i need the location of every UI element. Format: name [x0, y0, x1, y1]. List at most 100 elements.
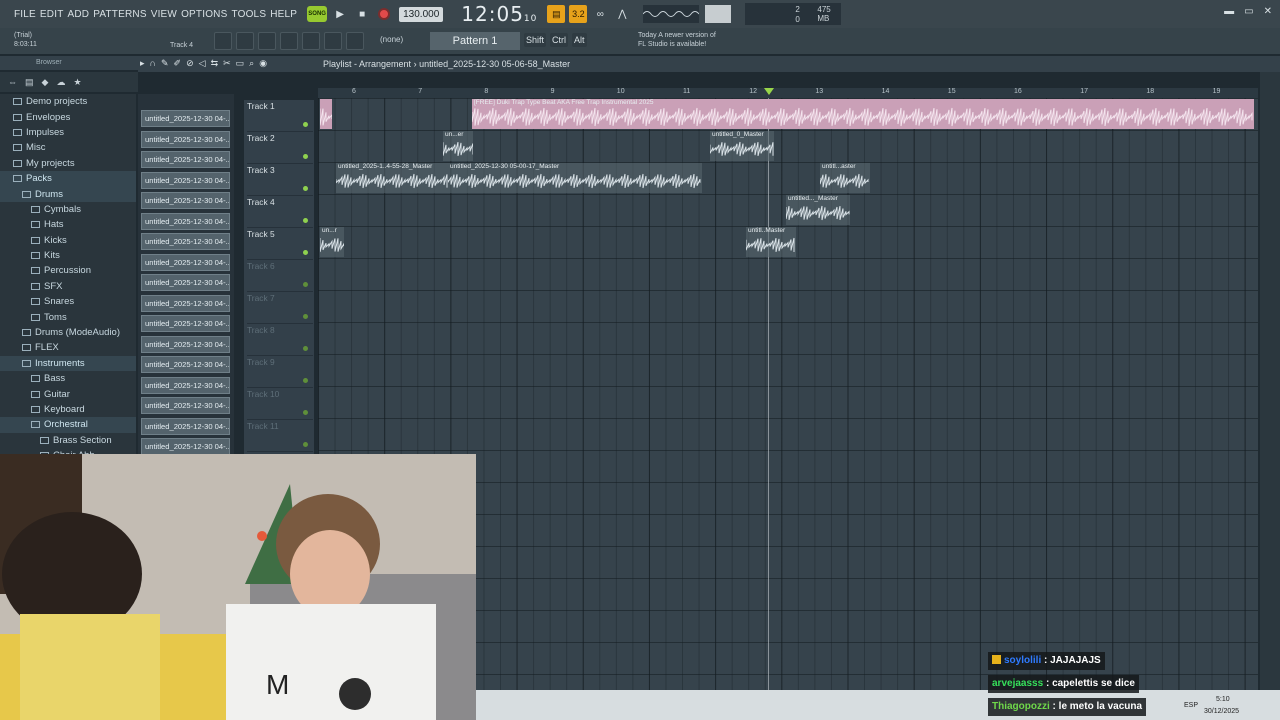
track-enable-led[interactable] [303, 282, 308, 287]
browser-button[interactable] [280, 32, 298, 50]
browser-item[interactable]: Packs [0, 170, 136, 187]
clip-list-item[interactable]: untitled_2025-12-30 04-... [141, 212, 230, 230]
browser-item[interactable]: Guitar [0, 386, 136, 401]
delete-icon[interactable]: ⊘ [186, 58, 194, 69]
browser-item[interactable]: SFX [0, 279, 136, 294]
time-display[interactable]: 12:0510 [461, 2, 537, 26]
browser-item[interactable]: Bass [0, 371, 136, 386]
play-button[interactable]: ▶ [331, 5, 349, 23]
browser-plugin-icon[interactable]: ◆ [42, 77, 49, 88]
piano-roll-button[interactable] [236, 32, 254, 50]
menu-options[interactable]: OPTIONS [181, 9, 227, 20]
song-mode-toggle[interactable]: SONG [307, 6, 328, 22]
audio-clip[interactable] [320, 99, 332, 129]
clip-list-item[interactable]: untitled_2025-12-30 04-... [141, 397, 230, 414]
clip-list-item[interactable]: untitled_2025-12-30 04-... [141, 315, 230, 332]
browser-item[interactable]: Toms [0, 309, 136, 324]
pattern-selector[interactable]: Pattern 1 [430, 32, 520, 50]
select-icon[interactable]: ▭ [236, 58, 245, 69]
track-header[interactable]: Track 8 [247, 324, 313, 356]
mute-icon[interactable]: ◁ [199, 58, 206, 69]
track-header[interactable]: Track 4 [247, 196, 313, 228]
track-enable-led[interactable] [303, 442, 308, 447]
clip-list-item[interactable]: untitled_2025-12-30 04-... [141, 233, 230, 250]
mixer-button[interactable] [302, 32, 320, 50]
browser-item[interactable]: Impulses [0, 125, 136, 140]
modkey-alt[interactable]: Alt [572, 33, 587, 47]
track-enable-led[interactable] [303, 378, 308, 383]
countdown-button[interactable]: 3.2 [569, 5, 588, 23]
clip-list-item[interactable]: untitled_2025-12-30 04-... [141, 417, 230, 435]
slip-icon[interactable]: ⇆ [211, 58, 219, 69]
browser-item[interactable]: Kicks [0, 233, 136, 248]
clip-list-item[interactable]: untitled_2025-12-30 04-... [141, 110, 230, 127]
browser-item[interactable]: My projects [0, 156, 136, 171]
track-header[interactable]: Track 5 [247, 228, 313, 260]
audio-clip[interactable]: untitled_2025-1..4-55-28_Master [336, 163, 448, 193]
close-icon[interactable]: ✕ [1264, 6, 1272, 17]
menu-edit[interactable]: EDIT [40, 9, 64, 20]
track-enable-led[interactable] [303, 314, 308, 319]
menu-view[interactable]: VIEW [151, 9, 177, 20]
track-enable-led[interactable] [303, 122, 308, 127]
browser-item[interactable]: Instruments [0, 355, 136, 372]
browser-item[interactable]: Envelopes [0, 109, 136, 124]
record-button[interactable] [375, 5, 393, 23]
clip-list-item[interactable]: untitled_2025-12-30 04-... [141, 335, 230, 353]
clock-date[interactable]: 30/12/2025 [1204, 708, 1239, 715]
track-enable-led[interactable] [303, 154, 308, 159]
clip-list-item[interactable]: untitled_2025-12-30 04-... [141, 438, 230, 454]
minimize-icon[interactable]: ▬ [1224, 6, 1234, 17]
clip-list-item[interactable]: untitled_2025-12-30 04-... [141, 192, 230, 209]
track-enable-led[interactable] [303, 186, 308, 191]
browser-item[interactable]: Misc [0, 140, 136, 155]
track-header[interactable]: Track 2 [247, 132, 313, 164]
audio-clip[interactable]: untitled..._Master [786, 195, 850, 225]
audio-clip[interactable]: [FREE] Duki Trap Type Beat AKA Free Trap… [472, 99, 1254, 129]
pencil-icon[interactable]: ✎ [161, 58, 169, 69]
menu-patterns[interactable]: PATTERNS [93, 9, 146, 20]
audio-clip[interactable]: untitled_2025-12-30 05-00-17_Master [448, 163, 702, 193]
clip-list-item[interactable]: untitled_2025-12-30 04-... [141, 274, 230, 291]
track-header[interactable]: Track 3 [247, 164, 313, 196]
snap-selector[interactable]: (none) [380, 35, 403, 44]
microphone-icon[interactable] [346, 32, 364, 50]
browser-item[interactable]: Kits [0, 248, 136, 263]
modkey-ctrl[interactable]: Ctrl [550, 33, 569, 47]
stop-icon[interactable]: ■ [353, 5, 371, 23]
playlist-window-button[interactable] [214, 32, 232, 50]
clock-time[interactable]: 5:10 [1216, 696, 1230, 703]
track-enable-led[interactable] [303, 218, 308, 223]
modkey-shift[interactable]: Shift [524, 33, 547, 47]
browser-item[interactable]: Drums [0, 186, 136, 202]
track-header[interactable]: Track 1 [247, 100, 313, 132]
audio-clip[interactable]: untitl...aster [820, 163, 870, 193]
audio-clip[interactable]: untitled_0_Master [710, 131, 774, 161]
clip-list-item[interactable]: untitled_2025-12-30 04-... [141, 151, 230, 168]
playlist-arrow-icon[interactable]: ▸ [140, 58, 145, 69]
menu-help[interactable]: HELP [270, 9, 297, 20]
menu-add[interactable]: ADD [68, 9, 90, 20]
browser-item[interactable]: Drums (ModeAudio) [0, 325, 136, 340]
browser-cloud-icon[interactable]: ☁ [56, 77, 65, 88]
browser-item[interactable]: Brass Section [0, 433, 136, 448]
pitch-icon[interactable]: ⋀ [613, 5, 631, 23]
clip-list-item[interactable]: untitled_2025-12-30 04-... [141, 376, 230, 394]
playback-icon[interactable]: ◉ [259, 58, 267, 69]
browser-favorites-icon[interactable]: ★ [73, 77, 81, 88]
track-header[interactable]: Track 10 [247, 388, 313, 420]
clip-list-item[interactable]: untitled_2025-12-30 04-... [141, 294, 230, 312]
clip-list-item[interactable]: untitled_2025-12-30 04-... [141, 356, 230, 373]
track-enable-led[interactable] [303, 346, 308, 351]
menu-tools[interactable]: TOOLS [231, 9, 266, 20]
slice-icon[interactable]: ✂ [223, 58, 231, 69]
browser-item[interactable]: Demo projects [0, 94, 136, 109]
track-header[interactable]: Track 6 [247, 260, 313, 292]
track-header[interactable]: Track 7 [247, 292, 313, 324]
track-header[interactable]: Track 11 [247, 420, 313, 452]
clip-list-item[interactable]: untitled_2025-12-30 04-... [141, 253, 230, 271]
browser-item[interactable]: FLEX [0, 340, 136, 355]
news-panel[interactable]: Today A newer version of FL Studio is av… [638, 31, 716, 49]
loop-record-icon[interactable]: ∞ [591, 5, 609, 23]
metronome-button[interactable]: ▤ [547, 5, 566, 23]
